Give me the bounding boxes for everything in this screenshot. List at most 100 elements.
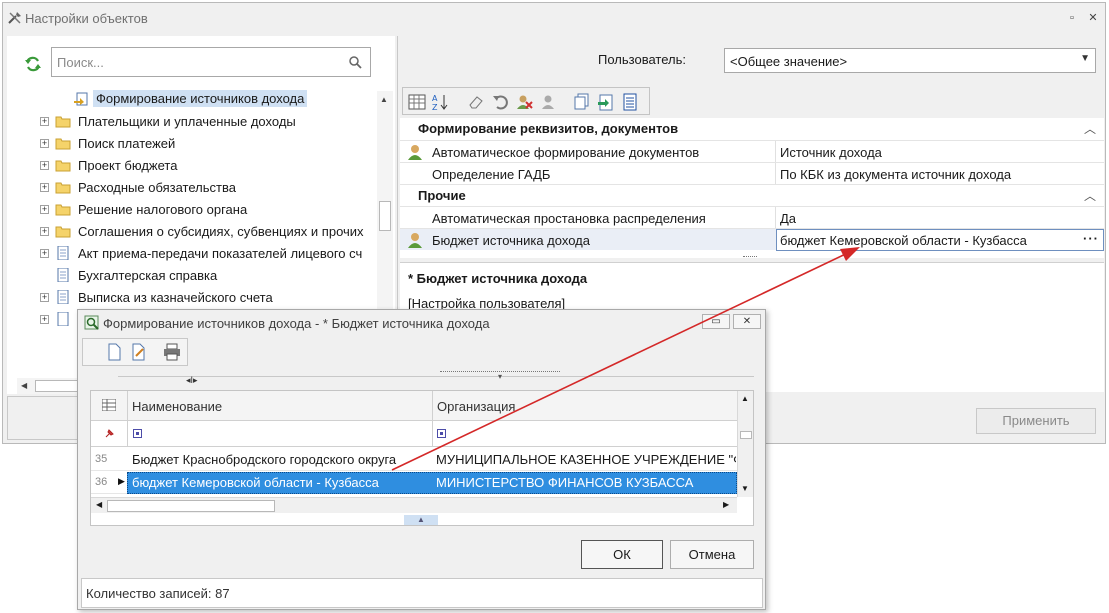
sort-az-icon[interactable]: AZ <box>431 93 449 111</box>
doc-icon <box>57 290 69 304</box>
grid-vertical-scrollbar[interactable]: ▲ ▼ <box>737 391 753 497</box>
scroll-thumb[interactable] <box>379 201 391 231</box>
undo-icon[interactable] <box>491 93 509 111</box>
paste-icon[interactable] <box>597 93 615 111</box>
ok-button[interactable]: ОК <box>581 540 663 569</box>
category-title: Формирование реквизитов, документов <box>418 121 679 136</box>
category-header[interactable]: Формирование реквизитов, документов ︿ <box>400 118 1104 140</box>
dialog-toolbar <box>82 338 188 366</box>
dialog-title: Формирование источников дохода - * Бюдже… <box>103 316 490 331</box>
scroll-up-arrow-icon[interactable]: ▲ <box>380 95 388 104</box>
cell-organization[interactable]: МУНИЦИПАЛЬНОЕ КАЗЕННОЕ УЧРЕЖДЕНИЕ "ФИ <box>436 452 736 467</box>
doc-icon <box>57 268 69 282</box>
collapse-icon[interactable]: ︿ <box>1084 120 1096 137</box>
tree-item[interactable]: + Расходные обязательства <box>7 177 377 199</box>
tree-item-label: Плательщики и уплаченные доходы <box>78 114 296 129</box>
new-document-icon[interactable] <box>105 343 123 361</box>
expand-toggle[interactable]: + <box>40 139 49 148</box>
splitter-handle[interactable] <box>743 256 757 258</box>
scroll-down-arrow-icon[interactable]: ▼ <box>741 484 749 493</box>
restore-button[interactable]: ▫ <box>1065 11 1079 25</box>
column-header-name[interactable]: Наименование <box>132 399 222 414</box>
scroll-thumb[interactable] <box>107 500 275 512</box>
expand-toggle[interactable]: + <box>40 117 49 126</box>
expand-toggle[interactable]: + <box>40 293 49 302</box>
scroll-thumb[interactable] <box>740 431 752 439</box>
column-header-organization[interactable]: Организация <box>437 399 515 414</box>
property-value[interactable]: Источник дохода <box>780 145 882 160</box>
grid-header: Наименование Организация <box>91 391 737 421</box>
property-value-editor[interactable]: бюджет Кемеровской области - Кузбасса ··… <box>776 229 1104 251</box>
table-row-selected[interactable]: 36 ▶ бюджет Кемеровской области - Кузбас… <box>91 472 737 494</box>
expand-toggle[interactable]: + <box>40 227 49 236</box>
category-title: Прочие <box>418 188 466 203</box>
filter-name-field[interactable] <box>133 429 142 438</box>
tree-item[interactable]: + Поиск платежей <box>7 133 377 155</box>
expand-panel-toggle[interactable]: ▲ <box>404 515 438 525</box>
property-value[interactable]: По КБК из документа источник дохода <box>780 167 1011 182</box>
grid-horizontal-scrollbar[interactable]: ◀ ▶ <box>91 497 737 513</box>
records-grid: Наименование Организация 35 Бюджет Красн… <box>90 390 754 526</box>
search-placeholder: Поиск... <box>57 55 104 70</box>
copy-icon[interactable] <box>573 93 591 111</box>
tree-item[interactable]: + Акт приема-передачи показателей лицево… <box>7 243 377 265</box>
dropdown-arrow-icon[interactable]: ▼ <box>1080 53 1090 64</box>
pin-icon[interactable] <box>104 428 115 439</box>
tree-item[interactable]: + Плательщики и уплаченные доходы <box>7 111 377 133</box>
search-icon[interactable] <box>349 56 362 69</box>
property-row[interactable]: Определение ГАДБ По КБК из документа ист… <box>400 162 1104 185</box>
close-button[interactable]: ✕ <box>733 314 761 329</box>
refresh-icon[interactable] <box>24 55 42 73</box>
eraser-icon[interactable] <box>467 93 485 111</box>
property-row[interactable]: Автоматическая простановка распределения… <box>400 206 1104 229</box>
tree-item[interactable]: + Решение налогового органа <box>7 199 377 221</box>
expand-toggle[interactable]: + <box>40 161 49 170</box>
scroll-up-arrow-icon[interactable]: ▲ <box>741 394 749 403</box>
remove-user-icon[interactable] <box>515 93 533 111</box>
cell-organization[interactable]: МИНИСТЕРСТВО ФИНАНСОВ КУЗБАССА <box>436 475 736 490</box>
cell-name[interactable]: Бюджет Краснобродского городского округа <box>132 452 432 467</box>
ellipsis-button[interactable]: ··· <box>1083 231 1099 246</box>
tree-item[interactable]: + Выписка из казначейского счета <box>7 287 377 309</box>
tree-item[interactable]: + Соглашения о субсидиях, субвенциях и п… <box>7 221 377 243</box>
column-resize-icon[interactable]: ◂I▸ <box>186 375 198 386</box>
close-button[interactable]: ✕ <box>1086 11 1100 25</box>
drag-area[interactable]: ▾ <box>440 371 560 381</box>
property-row[interactable]: Автоматическое формирование документов И… <box>400 140 1104 163</box>
tree-item-label: Расходные обязательства <box>78 180 236 195</box>
user-select[interactable]: <Общее значение> ▼ <box>724 48 1096 73</box>
expand-toggle[interactable]: + <box>40 249 49 258</box>
collapse-icon[interactable]: ︿ <box>1084 187 1096 204</box>
table-row[interactable]: 35 Бюджет Краснобродского городского окр… <box>91 449 737 471</box>
property-name: Бюджет источника дохода <box>432 233 590 248</box>
print-icon[interactable] <box>163 343 181 361</box>
filter-organization-field[interactable] <box>437 429 446 438</box>
scroll-left-arrow-icon[interactable]: ◀ <box>21 381 27 390</box>
expand-toggle[interactable]: + <box>40 205 49 214</box>
categorized-view-icon[interactable] <box>408 93 426 111</box>
property-value[interactable]: Да <box>780 211 796 226</box>
tree-item[interactable]: Бухгалтерская справка <box>7 265 377 287</box>
property-row-selected[interactable]: Бюджет источника дохода бюджет Кемеровск… <box>400 228 1104 251</box>
column-chooser-strip[interactable]: ◂I▸ ▾ <box>118 371 754 388</box>
search-input[interactable]: Поиск... <box>51 47 371 77</box>
tree-item-label: Соглашения о субсидиях, субвенциях и про… <box>78 224 364 239</box>
tree-item[interactable]: + Проект бюджета <box>7 155 377 177</box>
apply-button[interactable]: Применить <box>976 408 1096 434</box>
user-icon[interactable] <box>539 93 557 111</box>
column-divider <box>775 141 776 163</box>
tools-icon <box>8 12 21 24</box>
tree-item[interactable]: Формирование источников дохода <box>7 89 377 111</box>
expand-toggle[interactable]: + <box>40 183 49 192</box>
edit-document-icon[interactable] <box>130 343 148 361</box>
scroll-right-arrow-icon[interactable]: ▶ <box>723 500 729 509</box>
tree-item[interactable]: + <box>7 309 69 331</box>
expand-toggle[interactable]: + <box>40 315 49 324</box>
cell-name[interactable]: бюджет Кемеровской области - Кузбасса <box>132 475 432 490</box>
properties-sheet-icon[interactable] <box>621 93 639 111</box>
maximize-button[interactable]: ▭ <box>702 314 730 329</box>
scroll-left-arrow-icon[interactable]: ◀ <box>96 500 102 509</box>
category-header[interactable]: Прочие ︿ <box>400 184 1104 206</box>
cancel-button[interactable]: Отмена <box>670 540 754 569</box>
grid-settings-icon[interactable] <box>102 399 116 411</box>
